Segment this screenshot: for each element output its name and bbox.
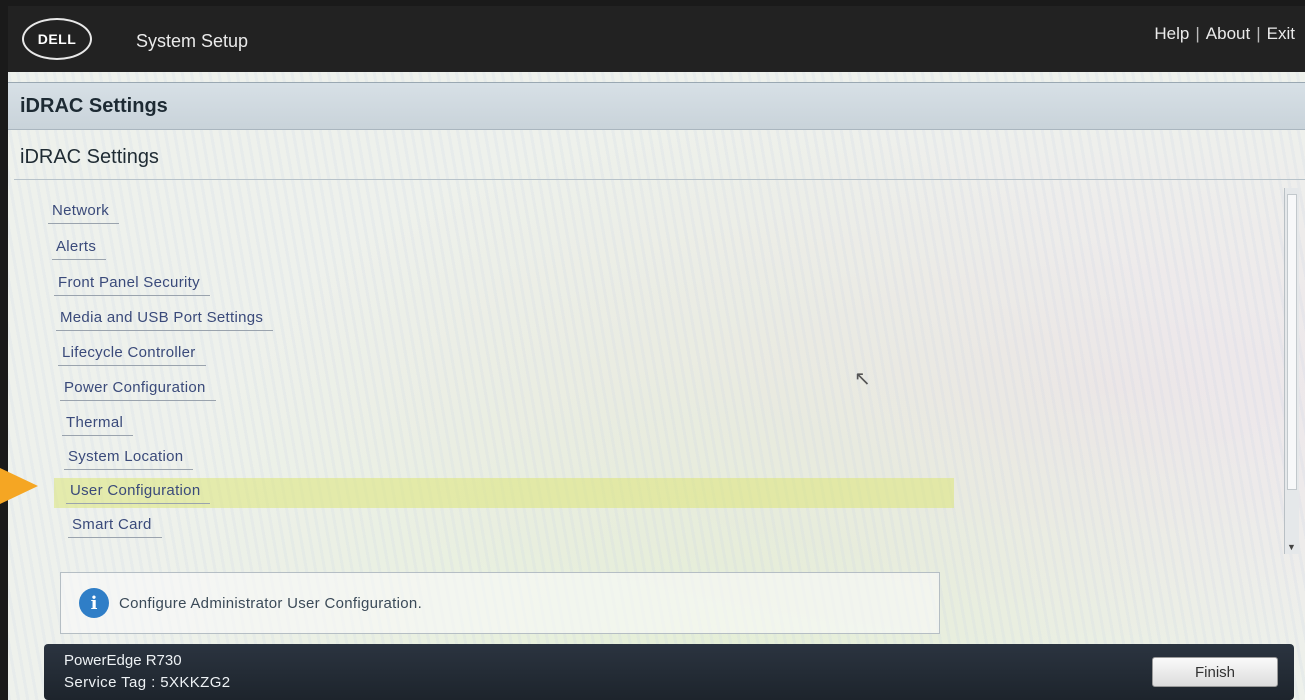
menu-item-power-configuration[interactable]: Power Configuration	[60, 375, 216, 405]
menu-item-label: Lifecycle Controller	[58, 344, 206, 366]
menu-item-label: Alerts	[52, 238, 107, 260]
subtitle-divider	[14, 179, 1305, 180]
scroll-down-arrow-icon[interactable]: ▼	[1287, 542, 1296, 552]
footer-bar: PowerEdge R730 Service Tag : 5XKKZG2 Fin…	[44, 644, 1294, 700]
menu-item-network[interactable]: Network	[48, 198, 120, 228]
help-link[interactable]: Help	[1154, 24, 1189, 43]
top-links: Help | About | Exit	[1154, 24, 1295, 44]
menu-item-label: Front Panel Security	[54, 274, 210, 296]
top-bar: DELL System Setup Help | About | Exit	[8, 6, 1305, 72]
system-setup-screen: DELL System Setup Help | About | Exit iDRAC …	[8, 6, 1305, 700]
page-header: iDRAC Settings	[8, 82, 1305, 130]
menu-item-label: Power Configuration	[60, 379, 216, 401]
page-subtitle: iDRAC Settings	[20, 146, 159, 168]
mouse-cursor-icon: ↖	[854, 368, 871, 390]
menu-item-user-configuration[interactable]: User Configuration	[54, 478, 954, 508]
finish-button[interactable]: Finish	[1152, 657, 1278, 687]
menu-item-label: System Location	[64, 448, 194, 470]
dell-logo: DELL	[22, 18, 92, 60]
menu-item-label: Media and USB Port Settings	[56, 309, 274, 331]
help-text: Configure Administrator User Configurati…	[119, 594, 423, 612]
system-model: PowerEdge R730	[64, 652, 182, 669]
settings-menu: Network Alerts Front Panel Security Medi…	[14, 192, 1284, 550]
menu-item-alerts[interactable]: Alerts	[52, 234, 107, 264]
menu-item-system-location[interactable]: System Location	[64, 444, 194, 474]
menu-item-label: Network	[48, 202, 120, 224]
menu-item-label: User Configuration	[66, 482, 211, 504]
menu-item-front-panel-security[interactable]: Front Panel Security	[54, 270, 210, 300]
menu-item-label: Smart Card	[68, 516, 162, 538]
info-icon: i	[79, 588, 109, 618]
menu-item-smart-card[interactable]: Smart Card	[68, 512, 162, 542]
menu-item-media-usb-port-settings[interactable]: Media and USB Port Settings	[56, 305, 274, 335]
service-tag: Service Tag : 5XKKZG2	[64, 674, 231, 691]
link-separator: |	[1195, 24, 1200, 43]
page-title: iDRAC Settings	[20, 94, 168, 117]
menu-scrollbar[interactable]: ▼	[1284, 188, 1299, 554]
exit-link[interactable]: Exit	[1267, 24, 1295, 43]
about-link[interactable]: About	[1206, 24, 1250, 43]
orange-pointer-arrow-icon	[0, 468, 38, 504]
link-separator: |	[1256, 24, 1261, 43]
menu-item-thermal[interactable]: Thermal	[62, 410, 134, 440]
menu-item-lifecycle-controller[interactable]: Lifecycle Controller	[58, 340, 206, 370]
app-title: System Setup	[136, 30, 249, 51]
scrollbar-thumb[interactable]	[1287, 194, 1297, 490]
help-message-box: i Configure Administrator User Configura…	[60, 572, 940, 634]
menu-item-label: Thermal	[62, 414, 134, 436]
